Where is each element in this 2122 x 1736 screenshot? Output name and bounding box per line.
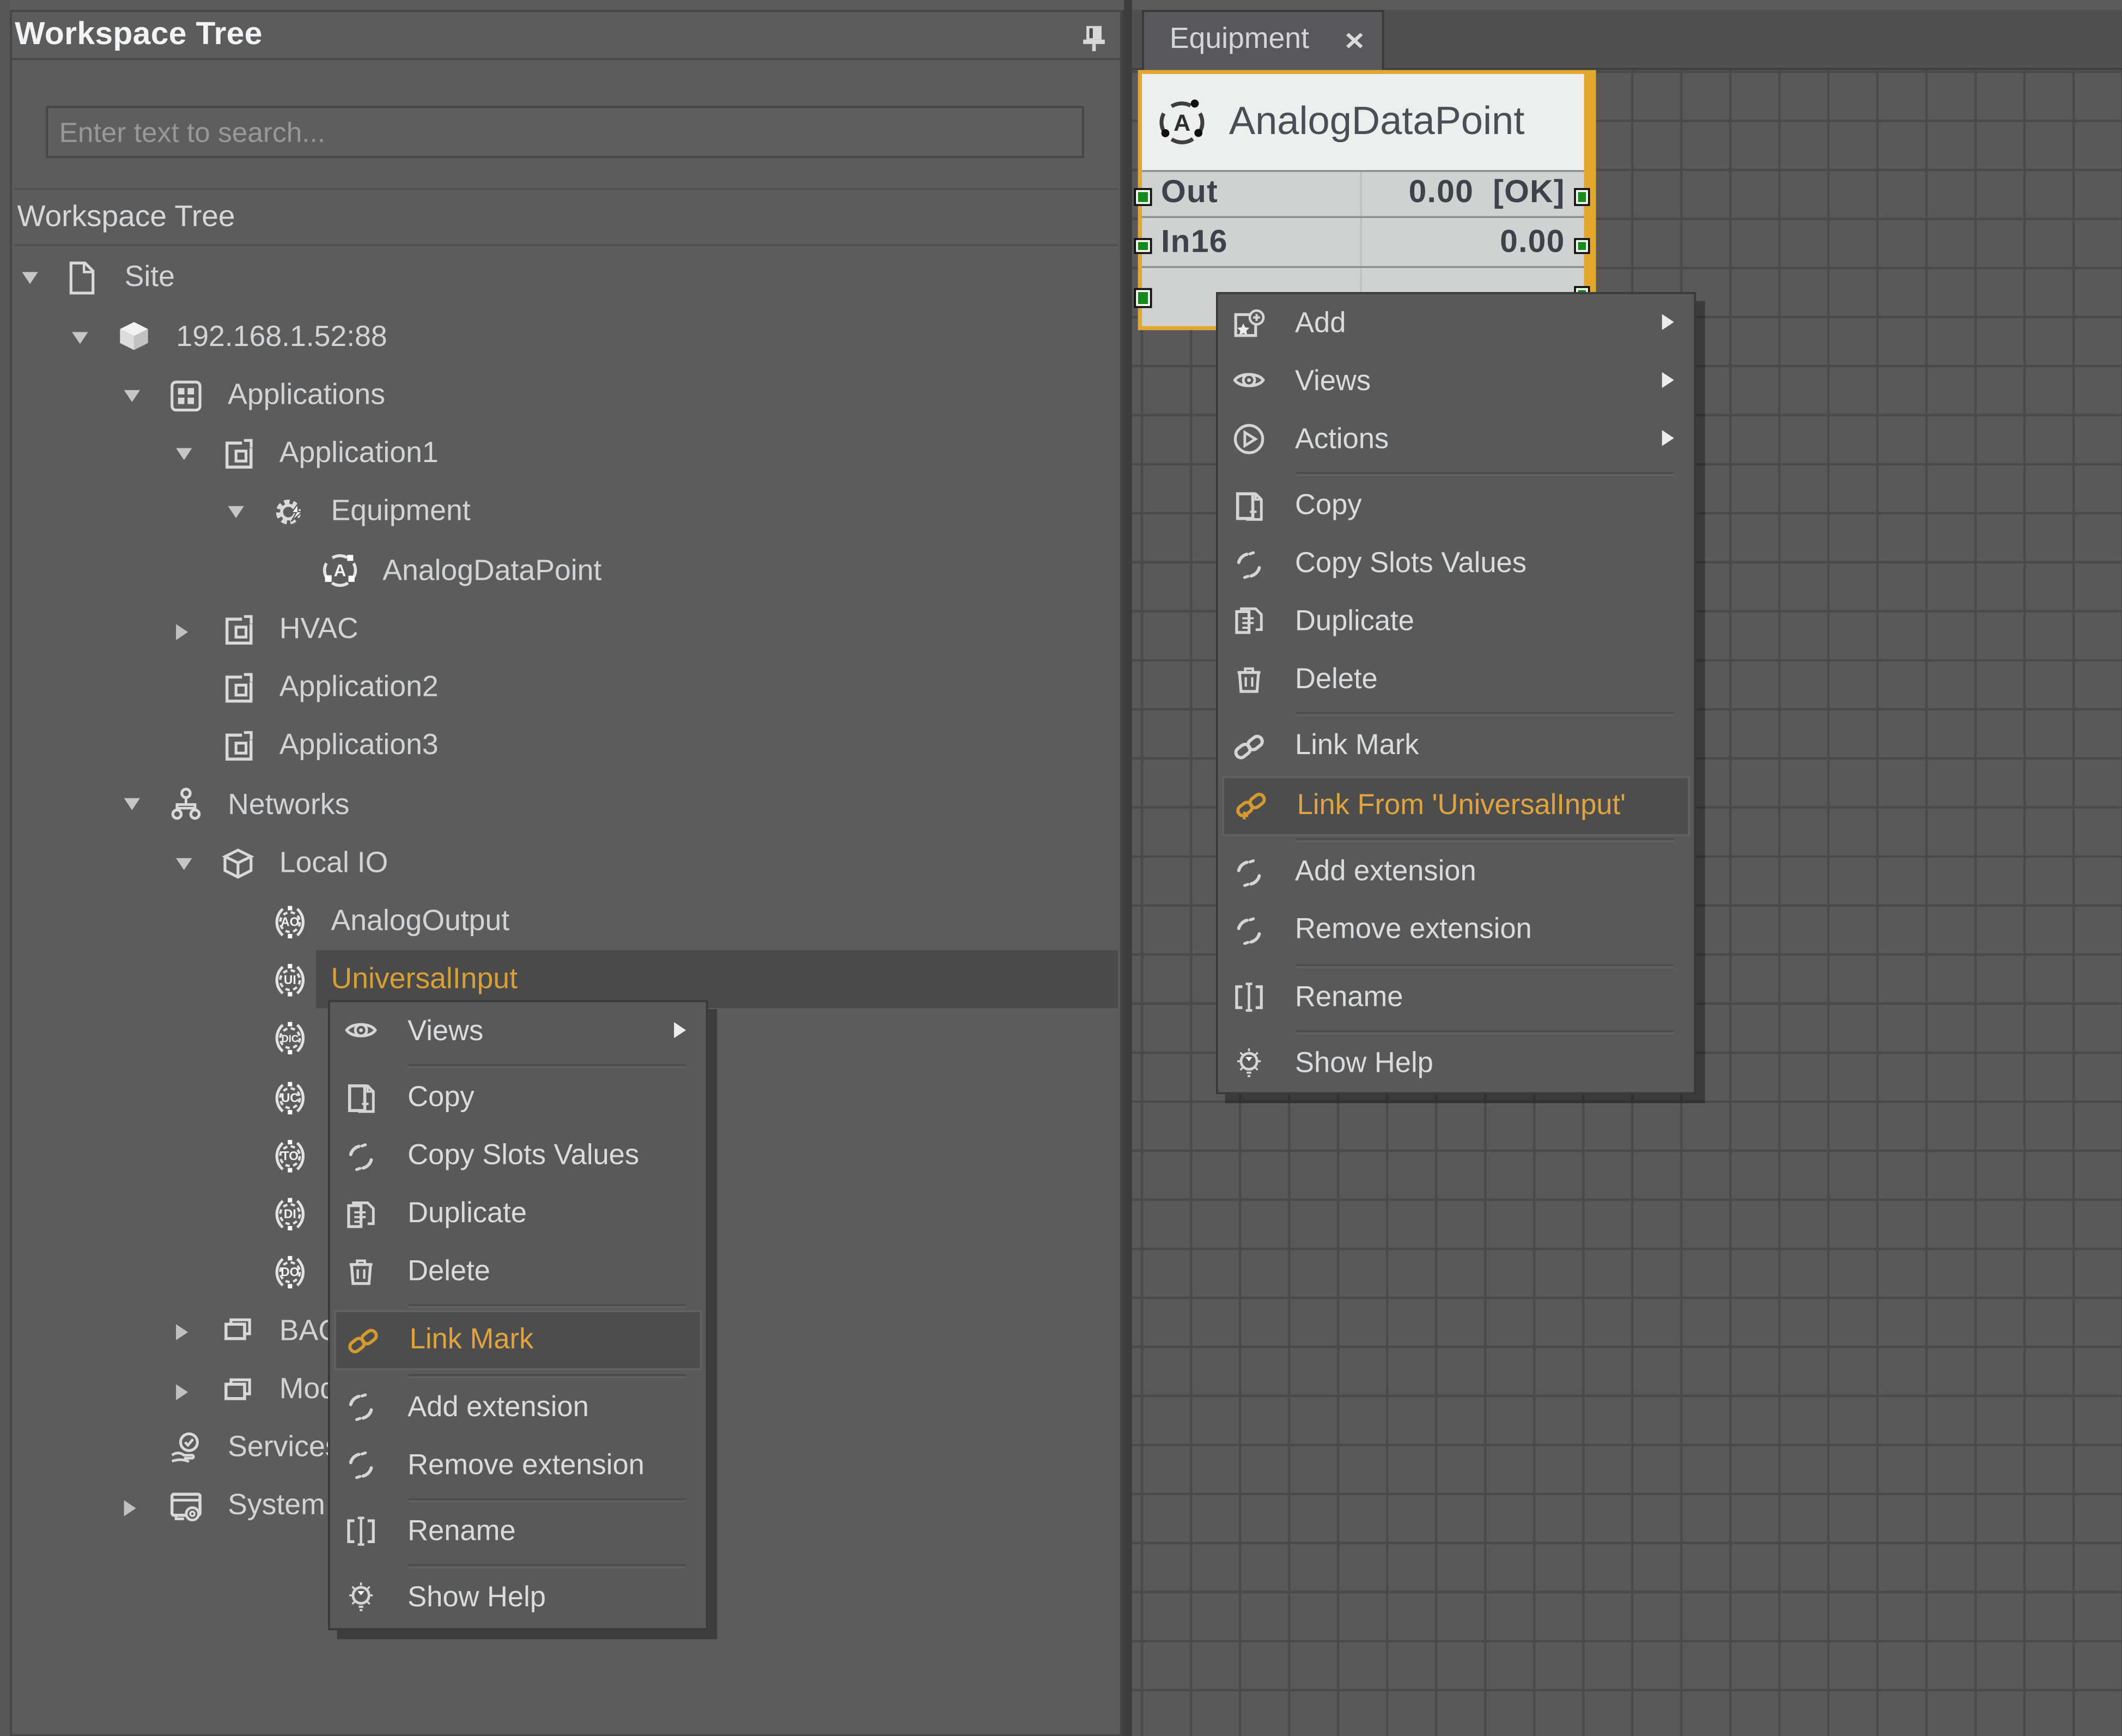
svg-text:DIC: DIC bbox=[281, 1034, 298, 1045]
svg-text:DI: DI bbox=[283, 1207, 296, 1221]
svg-text:UC: UC bbox=[281, 1090, 299, 1104]
svg-text:TO: TO bbox=[281, 1149, 298, 1163]
svg-text:AO: AO bbox=[280, 914, 299, 928]
svg-text:DO: DO bbox=[280, 1265, 299, 1279]
svg-text:UI: UI bbox=[283, 973, 296, 987]
